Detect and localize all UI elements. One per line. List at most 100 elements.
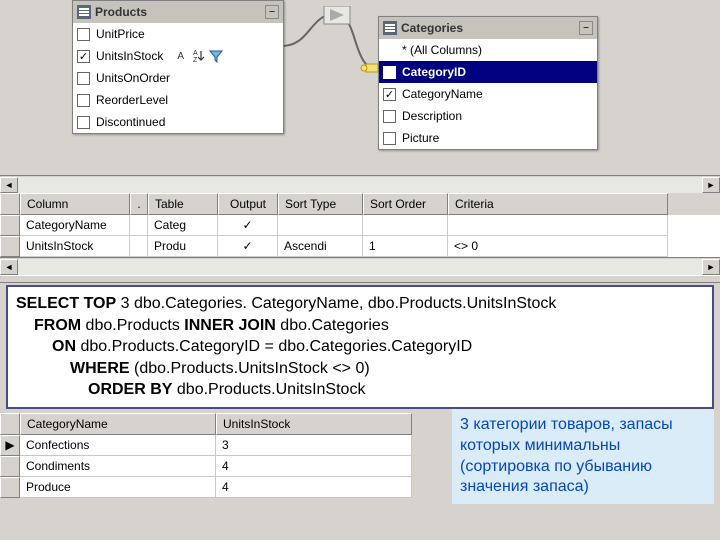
cell-category[interactable]: Produce (20, 477, 216, 498)
criteria-grid[interactable]: Column . Table Output Sort Type Sort Ord… (0, 193, 720, 257)
cell-sorttype[interactable]: Ascendi (278, 236, 363, 257)
results-row[interactable]: Produce 4 (0, 477, 430, 498)
sql-line: ORDER BY dbo.Products.UnitsInStock (16, 379, 704, 401)
field-row[interactable]: Picture (379, 127, 597, 149)
results-header: CategoryName UnitsInStock (0, 413, 430, 435)
criteria-grid-header: Column . Table Output Sort Type Sort Ord… (0, 193, 720, 215)
table-box-categories[interactable]: Categories – * (All Columns) CategoryID … (378, 16, 598, 150)
cell-output[interactable]: ✓ (218, 236, 278, 257)
sql-line: SELECT TOP 3 dbo.Categories. CategoryNam… (16, 293, 704, 315)
field-row[interactable]: Description (379, 105, 597, 127)
checkbox[interactable] (383, 132, 396, 145)
annotation-note: 3 категории товаров, запасы которых мини… (452, 409, 714, 504)
sql-line: WHERE (dbo.Products.UnitsInStock <> 0) (16, 358, 704, 380)
field-row[interactable]: Discontinued (73, 111, 283, 133)
cell-column[interactable]: UnitsInStock (20, 236, 130, 257)
cell-category[interactable]: Confections (20, 435, 216, 456)
sql-line: ON dbo.Products.CategoryID = dbo.Categor… (16, 336, 704, 358)
cell-stock[interactable]: 4 (216, 477, 412, 498)
table-box-products[interactable]: Products – UnitPrice UnitsInStock A A Z (72, 0, 284, 134)
cell-dots[interactable] (130, 215, 148, 236)
field-label: UnitPrice (96, 27, 145, 41)
svg-text:A: A (193, 50, 198, 57)
diagram-scrollbar[interactable]: ◄ ► (0, 175, 720, 193)
scroll-right-button[interactable]: ► (702, 259, 720, 275)
cell-stock[interactable]: 3 (216, 435, 412, 456)
scroll-left-button[interactable]: ◄ (0, 259, 18, 275)
cell-stock[interactable]: 4 (216, 456, 412, 477)
field-row[interactable]: UnitPrice (73, 23, 283, 45)
col-header-table[interactable]: Table (148, 193, 218, 215)
row-selector-current[interactable]: ▶ (0, 435, 20, 456)
row-selector[interactable] (0, 477, 20, 498)
filter-icon (209, 49, 223, 63)
col-header-column[interactable]: Column (20, 193, 130, 215)
field-label: Description (402, 109, 462, 123)
minimize-button[interactable]: – (579, 21, 593, 35)
checkbox[interactable] (77, 116, 90, 129)
cell-table[interactable]: Produ (148, 236, 218, 257)
minimize-button[interactable]: – (265, 5, 279, 19)
grid-scrollbar[interactable]: ◄ ► (0, 257, 720, 275)
scroll-track[interactable] (18, 177, 702, 193)
results-row[interactable]: ▶ Confections 3 (0, 435, 430, 456)
checkbox[interactable] (383, 66, 396, 79)
cell-criteria[interactable] (448, 215, 668, 236)
titlebar-categories[interactable]: Categories – (379, 17, 597, 39)
col-header-output[interactable]: Output (218, 193, 278, 215)
criteria-row[interactable]: CategoryName Categ ✓ (0, 215, 720, 236)
titlebar-products[interactable]: Products – (73, 1, 283, 23)
field-label: Picture (402, 131, 439, 145)
cell-sorttype[interactable] (278, 215, 363, 236)
cell-output[interactable]: ✓ (218, 215, 278, 236)
col-header-sorttype[interactable]: Sort Type (278, 193, 363, 215)
field-label: UnitsInStock (96, 49, 163, 63)
field-row-selected[interactable]: CategoryID (379, 61, 597, 83)
scroll-left-button[interactable]: ◄ (0, 177, 18, 193)
cell-dots[interactable] (130, 236, 148, 257)
field-list-products[interactable]: UnitPrice UnitsInStock A A Z UnitsOnOrde… (73, 23, 283, 133)
field-row[interactable]: UnitsInStock A A Z (73, 45, 283, 67)
row-selector[interactable] (0, 215, 20, 236)
checkbox[interactable] (383, 110, 396, 123)
join-connector (280, 6, 390, 96)
field-list-categories[interactable]: * (All Columns) CategoryID CategoryName … (379, 39, 597, 149)
scroll-track[interactable] (18, 259, 702, 275)
field-row[interactable]: UnitsOnOrder (73, 67, 283, 89)
col-header-sortorder[interactable]: Sort Order (363, 193, 448, 215)
all-columns-spacer (383, 44, 396, 57)
results-grid[interactable]: CategoryName UnitsInStock ▶ Confections … (0, 413, 430, 498)
field-label: * (All Columns) (402, 43, 482, 57)
results-col-category[interactable]: CategoryName (20, 413, 216, 435)
checkbox[interactable] (77, 94, 90, 107)
cell-sortorder[interactable]: 1 (363, 236, 448, 257)
cell-table[interactable]: Categ (148, 215, 218, 236)
cell-category[interactable]: Condiments (20, 456, 216, 477)
cell-criteria[interactable]: <> 0 (448, 236, 668, 257)
field-label: CategoryName (402, 87, 483, 101)
field-row[interactable]: ReorderLevel (73, 89, 283, 111)
diagram-pane: Products – UnitPrice UnitsInStock A A Z (0, 0, 720, 175)
col-header-criteria[interactable]: Criteria (448, 193, 668, 215)
field-label: ReorderLevel (96, 93, 168, 107)
sql-pane[interactable]: SELECT TOP 3 dbo.Categories. CategoryNam… (6, 285, 714, 409)
cell-column[interactable]: CategoryName (20, 215, 130, 236)
row-selector[interactable] (0, 456, 20, 477)
checkbox[interactable] (77, 50, 90, 63)
sql-line: FROM dbo.Products INNER JOIN dbo.Categor… (16, 315, 704, 337)
checkbox[interactable] (77, 28, 90, 41)
results-row[interactable]: Condiments 4 (0, 456, 430, 477)
results-col-stock[interactable]: UnitsInStock (216, 413, 412, 435)
scroll-right-button[interactable]: ► (702, 177, 720, 193)
row-selector-header (0, 413, 20, 435)
checkbox[interactable] (77, 72, 90, 85)
criteria-row[interactable]: UnitsInStock Produ ✓ Ascendi 1 <> 0 (0, 236, 720, 257)
field-row[interactable]: * (All Columns) (379, 39, 597, 61)
row-selector[interactable] (0, 236, 20, 257)
field-label: CategoryID (402, 65, 466, 79)
col-header-dots[interactable]: . (130, 193, 148, 215)
checkbox[interactable] (383, 88, 396, 101)
cell-sortorder[interactable] (363, 215, 448, 236)
pane-divider[interactable] (0, 275, 720, 283)
field-row[interactable]: CategoryName (379, 83, 597, 105)
